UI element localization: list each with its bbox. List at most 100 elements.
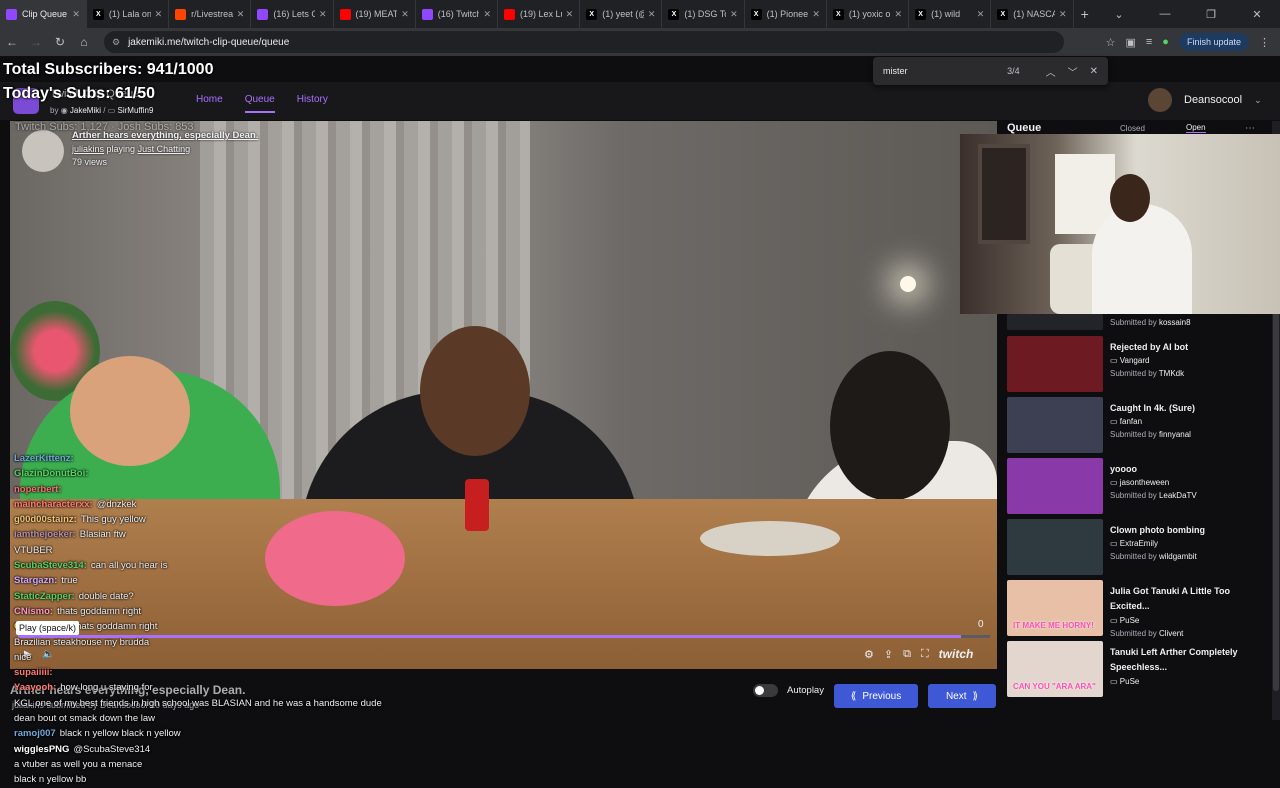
settings-icon[interactable]: ⚙ (864, 648, 874, 661)
browser-tab-title: (1) DSG To (684, 9, 727, 19)
queue-item[interactable]: Submitted by kossain8 (1007, 314, 1273, 334)
queue-item[interactable]: CAN YOU "ARA ARA" Tanuki Left Arther Comp… (1007, 641, 1273, 699)
autoplay-switch[interactable] (753, 684, 778, 697)
tab-close-icon[interactable]: ✕ (1059, 9, 1067, 20)
by-label: by (50, 106, 59, 115)
browser-tab[interactable]: X (1) yoxic o ✕ (827, 0, 910, 28)
nav-history[interactable]: History (297, 94, 328, 113)
tab-favicon-icon (339, 8, 351, 20)
next-button[interactable]: Next ⟫ (928, 684, 996, 708)
author-link-sirmuffin9[interactable]: SirMuffin9 (118, 106, 154, 115)
tab-close-icon[interactable]: ✕ (319, 9, 327, 20)
site-info-icon[interactable]: ⚙ (112, 37, 120, 48)
back-icon[interactable]: ← (0, 35, 24, 49)
queue-item[interactable]: Caught In 4k. (Sure) ▭ fanfan Submitted by… (1007, 397, 1273, 455)
find-previous-icon[interactable]: ︿ (1046, 64, 1056, 79)
tab-close-icon[interactable]: ✕ (812, 9, 820, 20)
browser-tab[interactable]: X (1) Pioneer ✕ (745, 0, 827, 28)
chat-message: wigglesPNG @ScubaSteve314 (14, 742, 274, 757)
browser-menu-icon[interactable]: ⋮ (1259, 36, 1270, 49)
queue-item-title: Tanuki Left Arther Completely Speechless… (1110, 647, 1238, 672)
find-close-icon[interactable]: ✕ (1090, 66, 1098, 77)
browser-tab[interactable]: (19) MEAT ✕ (334, 0, 416, 28)
popout-icon[interactable]: ⧉ (903, 648, 911, 661)
nav-queue[interactable]: Queue (244, 94, 275, 113)
tab-close-icon[interactable]: ✕ (237, 9, 245, 20)
browser-tab[interactable]: X (1) yeet (@ ✕ (580, 0, 663, 28)
thumbnail-caption: CAN YOU "ARA ARA" (1013, 682, 1096, 691)
browser-tab[interactable]: X (1) NASCA ✕ (991, 0, 1074, 28)
forward-icon[interactable]: → (24, 35, 48, 49)
queue-title: Queue (1007, 122, 1042, 134)
bookmark-star-icon[interactable]: ☆ (1106, 36, 1116, 49)
maximize-icon[interactable]: ❐ (1188, 8, 1234, 21)
twitch-logo[interactable]: twitch (939, 647, 974, 661)
nav-home[interactable]: Home (196, 94, 223, 113)
submitter-name: kossain8 (1158, 318, 1191, 327)
tab-close-icon[interactable]: ✕ (401, 9, 409, 20)
queue-open-tab[interactable]: Open (1186, 123, 1206, 133)
browser-tab[interactable]: (16) Lets C ✕ (251, 0, 334, 28)
tab-close-icon[interactable]: ✕ (895, 9, 903, 20)
scrollbar-thumb[interactable] (1273, 311, 1279, 691)
queue-item[interactable]: IT MAKE ME HORNY! Julia Got Tanuki A Litt… (1007, 580, 1273, 638)
browser-tab[interactable]: X (1) wild ✕ (909, 0, 992, 28)
clip-playing-label: playing (106, 144, 136, 154)
find-next-icon[interactable]: ﹀ (1068, 64, 1078, 79)
chat-text: nice (14, 651, 32, 663)
tab-close-icon[interactable]: ✕ (155, 9, 163, 20)
queue-menu-icon[interactable]: ⋯ (1245, 123, 1255, 134)
browser-tab[interactable]: r/Livestrea ✕ (169, 0, 252, 28)
author-link-jakemiki[interactable]: JakeMiki (70, 106, 101, 115)
window-close-icon[interactable]: ✕ (1234, 8, 1280, 21)
tab-close-icon[interactable]: ✕ (730, 9, 738, 20)
chat-text: black n yellow black n yellow (59, 728, 181, 740)
queue-item-thumbnail: CAN YOU "ARA ARA" (1007, 641, 1103, 697)
home-icon[interactable]: ⌂ (72, 35, 96, 49)
queue-item-channel: ▭ PuSe (1110, 677, 1139, 686)
profile-icon[interactable]: ● (1162, 36, 1169, 48)
chat-message: g00d00stainz: This guy yellow (14, 512, 274, 527)
chevron-down-icon: ⌄ (1254, 94, 1262, 105)
clip-source: juliakins playing Just Chatting (72, 144, 190, 154)
extensions-icon[interactable]: ▣ (1125, 36, 1135, 49)
browser-tab[interactable]: (16) Twitch ✕ (416, 0, 498, 28)
user-menu[interactable]: Deansocool ⌄ (1148, 88, 1262, 112)
video-boxing-glove (265, 511, 405, 606)
browser-tab-title: (1) wild (931, 9, 961, 19)
queue-item-thumbnail (1007, 314, 1103, 330)
clip-channel-link[interactable]: juliakins (72, 144, 104, 154)
chat-text: dean bout ot smack down the law (14, 713, 156, 725)
reload-icon[interactable]: ↻ (48, 35, 72, 49)
tab-close-icon[interactable]: ✕ (483, 9, 491, 20)
chat-text: can all you hear is (90, 560, 168, 572)
queue-item[interactable]: Rejected by AI bot ▭ Vangard Submitted by … (1007, 336, 1273, 394)
new-tab-icon[interactable]: + (1074, 6, 1096, 22)
tab-close-icon[interactable]: ✕ (72, 9, 80, 20)
queue-item[interactable]: yoooo ▭ jasontheween Submitted by LeakDaTV (1007, 458, 1273, 516)
reading-list-icon[interactable]: ≡ (1146, 36, 1152, 48)
queue-closed-tab[interactable]: Closed (1120, 124, 1145, 133)
tab-close-icon[interactable]: ✕ (566, 9, 574, 20)
webcam-streamer (1092, 204, 1192, 314)
browser-tab[interactable]: Clip Queue ✕ (0, 0, 87, 28)
clip-category-link[interactable]: Just Chatting (138, 144, 191, 154)
tab-search-icon[interactable]: ⌄ (1096, 8, 1142, 21)
finish-update-button[interactable]: Finish update (1178, 33, 1249, 51)
share-icon[interactable]: ⇪ (884, 648, 893, 661)
browser-tab[interactable]: (19) Lex Lu ✕ (498, 0, 581, 28)
browser-tab[interactable]: X (1) DSG To ✕ (662, 0, 745, 28)
tab-close-icon[interactable]: ✕ (977, 9, 985, 20)
find-input[interactable]: mister (883, 66, 1007, 76)
chat-message: nice (14, 650, 274, 665)
chat-username: g00d00stainz: (14, 514, 77, 526)
tab-close-icon[interactable]: ✕ (648, 9, 656, 20)
browser-tab[interactable]: X (1) Lala on ✕ (87, 0, 170, 28)
previous-button[interactable]: ⟪ Previous (834, 684, 918, 708)
queue-item[interactable]: Clown photo bombing ▭ ExtraEmily Submitted… (1007, 519, 1273, 577)
autoplay-toggle[interactable]: Autoplay (753, 684, 824, 697)
fullscreen-icon[interactable]: ⛶ (921, 648, 929, 661)
address-bar[interactable]: ⚙ jakemiki.me/twitch-clip-queue/queue (104, 31, 1064, 53)
chat-text: VTUBER (14, 544, 53, 556)
minimize-icon[interactable]: — (1142, 8, 1188, 21)
